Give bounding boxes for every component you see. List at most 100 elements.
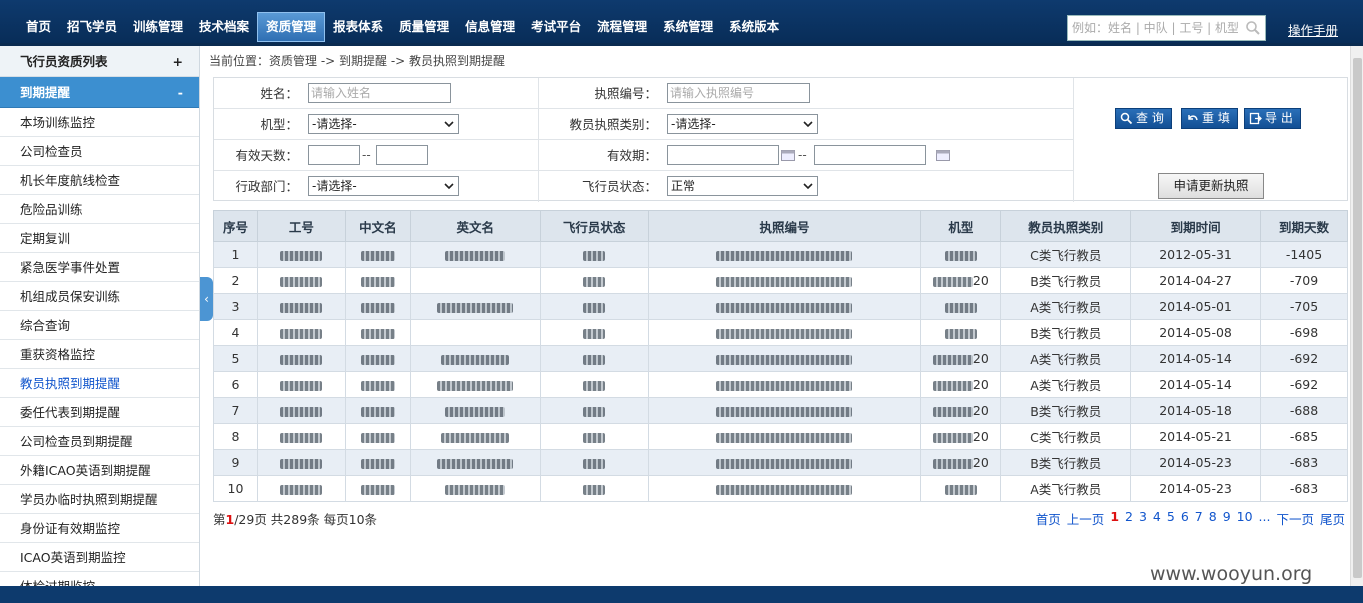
table-cell: C类飞行教员 xyxy=(1000,423,1132,450)
table-cell xyxy=(256,293,346,320)
sidebar-item[interactable]: 外籍ICAO英语到期提醒 xyxy=(0,456,199,485)
redacted-value xyxy=(583,250,606,261)
sidebar-item[interactable]: 重获资格监控 xyxy=(0,340,199,369)
column-header: 执照编号 xyxy=(647,210,922,242)
sidebar-item[interactable]: 公司检查员到期提醒 xyxy=(0,427,199,456)
table-row[interactable]: 7 20 B类飞行教员 2014-05-18 -688 xyxy=(213,397,1348,424)
sidebar-item[interactable]: 身份证有效期监控 xyxy=(0,514,199,543)
nav-item[interactable]: 质量管理 xyxy=(391,12,457,42)
pager-current-page: 1 xyxy=(225,512,235,527)
pager-link[interactable]: 10 xyxy=(1237,509,1253,528)
nav-item[interactable]: 技术档案 xyxy=(191,12,257,42)
valid-days-from-input[interactable] xyxy=(308,145,360,165)
sidebar-item[interactable]: 综合查询 xyxy=(0,311,199,340)
reset-button[interactable]: 重 填 xyxy=(1181,108,1238,129)
pager-link[interactable]: 尾页 xyxy=(1320,509,1345,528)
nav-item[interactable]: 首页 xyxy=(18,12,59,42)
calendar-icon[interactable] xyxy=(936,149,950,161)
table-row[interactable]: 8 20 C类飞行教员 2014-05-21 -685 xyxy=(213,423,1348,450)
license-number-input[interactable] xyxy=(667,83,810,103)
table-row[interactable]: 6 20 A类飞行教员 2014-05-14 -692 xyxy=(213,371,1348,398)
table-cell: -683 xyxy=(1260,449,1348,476)
pager-link[interactable]: 首页 xyxy=(1036,509,1061,528)
redacted-value xyxy=(437,458,514,469)
table-row[interactable]: 5 20 A类飞行教员 2014-05-14 -692 xyxy=(213,345,1348,372)
nav-item[interactable]: 资质管理 xyxy=(257,12,326,42)
table-row[interactable]: 3 A类飞行教员 2014-05-01 -705 xyxy=(213,293,1348,320)
pager-link[interactable]: 上一页 xyxy=(1067,509,1105,528)
sidebar-item[interactable]: 机组成员保安训练 xyxy=(0,282,199,311)
search-icon[interactable] xyxy=(1245,20,1261,36)
sidebar-item[interactable]: ICAO英语到期监控 xyxy=(0,543,199,572)
sidebar-item[interactable]: 公司检查员 xyxy=(0,137,199,166)
nav-item[interactable]: 招飞学员 xyxy=(59,12,125,42)
table-row[interactable]: 1 C类飞行教员 2012-05-31 -1405 xyxy=(213,241,1348,268)
nav-item[interactable]: 报表体系 xyxy=(325,12,391,42)
column-header: 到期天数 xyxy=(1260,210,1348,242)
table-cell: 2014-05-23 xyxy=(1130,475,1261,502)
pager-link[interactable]: ... xyxy=(1259,509,1271,528)
pager-link[interactable]: 3 xyxy=(1139,509,1147,528)
calendar-icon[interactable] xyxy=(781,149,795,161)
validity-from-input[interactable] xyxy=(667,145,779,165)
sidebar-item[interactable]: 委任代表到期提醒 xyxy=(0,398,199,427)
redacted-value xyxy=(716,302,853,313)
sidebar-item[interactable]: 本场训练监控 xyxy=(0,108,199,137)
table-row[interactable]: 9 20 B类飞行教员 2014-05-23 -683 xyxy=(213,449,1348,476)
validity-to-input[interactable] xyxy=(814,145,926,165)
sidebar-group-qualification-list[interactable]: 飞行员资质列表 + xyxy=(0,46,199,77)
pager-link[interactable]: 2 xyxy=(1125,509,1133,528)
nav-item[interactable]: 系统版本 xyxy=(721,12,787,42)
sidebar-item[interactable]: 机长年度航线检查 xyxy=(0,166,199,195)
pager-link[interactable]: 8 xyxy=(1209,509,1217,528)
sidebar-group-expiry-reminder[interactable]: 到期提醒 - xyxy=(0,77,199,108)
table-row[interactable]: 2 20 B类飞行教员 2014-04-27 -709 xyxy=(213,267,1348,294)
sidebar-collapse-toggle[interactable]: ‹ xyxy=(200,277,213,321)
pager-link[interactable]: 7 xyxy=(1195,509,1203,528)
table-cell xyxy=(409,371,541,398)
query-button[interactable]: 查 询 xyxy=(1115,108,1172,129)
global-search-input[interactable] xyxy=(1068,16,1238,40)
sidebar-item[interactable]: 体检过期监控 xyxy=(0,572,199,586)
aircraft-type-select[interactable]: -请选择- xyxy=(308,114,459,134)
pager-link[interactable]: 下一页 xyxy=(1276,509,1314,528)
pager-link[interactable]: 6 xyxy=(1181,509,1189,528)
sidebar-item[interactable]: 危险品训练 xyxy=(0,195,199,224)
pager-link[interactable]: 9 xyxy=(1223,509,1231,528)
table-cell: 2014-05-21 xyxy=(1130,423,1261,450)
department-select[interactable]: -请选择- xyxy=(308,176,459,196)
vertical-scrollbar[interactable] xyxy=(1350,46,1363,586)
name-input[interactable] xyxy=(308,83,451,103)
manual-link[interactable]: 操作手册 xyxy=(1288,20,1338,39)
table-cell xyxy=(409,267,541,294)
redacted-value xyxy=(716,484,853,495)
export-button[interactable]: 导 出 xyxy=(1244,108,1301,129)
redacted-value xyxy=(583,432,606,443)
redacted-value xyxy=(360,458,395,469)
renew-license-button[interactable]: 申请更新执照 xyxy=(1158,173,1264,199)
pager-link[interactable]: 1 xyxy=(1110,509,1119,528)
department-label: 行政部门： xyxy=(235,179,298,194)
table-row[interactable]: 4 B类飞行教员 2014-05-08 -698 xyxy=(213,319,1348,346)
table-row[interactable]: 10 A类飞行教员 2014-05-23 -683 xyxy=(213,475,1348,502)
pilot-status-select[interactable]: 正常 xyxy=(667,176,818,196)
sidebar-items: 本场训练监控 公司检查员 机长年度航线检查 危险品训练 定期复训 紧急医学事件处置 机组成员… xyxy=(0,108,199,586)
pilot-status-value: 正常 xyxy=(671,179,696,193)
nav-item[interactable]: 系统管理 xyxy=(655,12,721,42)
nav-item[interactable]: 信息管理 xyxy=(457,12,523,42)
sidebar-item[interactable]: 定期复训 xyxy=(0,224,199,253)
column-header: 到期时间 xyxy=(1130,210,1261,242)
valid-days-to-input[interactable] xyxy=(376,145,428,165)
table-cell: -698 xyxy=(1260,319,1348,346)
instructor-category-select[interactable]: -请选择- xyxy=(667,114,818,134)
nav-item[interactable]: 训练管理 xyxy=(125,12,191,42)
sidebar-item[interactable]: 学员办临时执照到期提醒 xyxy=(0,485,199,514)
nav-item[interactable]: 考试平台 xyxy=(523,12,589,42)
pager-link[interactable]: 4 xyxy=(1153,509,1161,528)
scrollbar-thumb[interactable] xyxy=(1353,58,1362,578)
sidebar-item[interactable]: 紧急医学事件处置 xyxy=(0,253,199,282)
search-box[interactable] xyxy=(1067,15,1266,41)
nav-item[interactable]: 流程管理 xyxy=(589,12,655,42)
sidebar-item[interactable]: 教员执照到期提醒 xyxy=(0,369,199,398)
pager-link[interactable]: 5 xyxy=(1167,509,1175,528)
